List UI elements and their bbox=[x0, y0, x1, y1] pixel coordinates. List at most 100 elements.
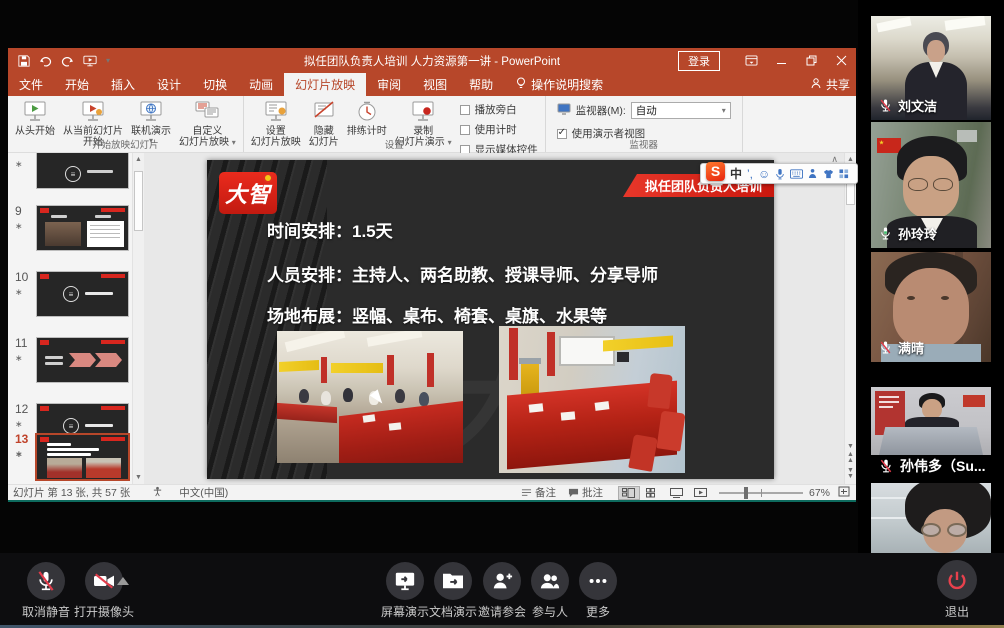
slide-thumbnail-9[interactable] bbox=[36, 205, 129, 251]
more-button[interactable] bbox=[579, 562, 617, 600]
thumbnail-scrollbar[interactable]: ▲ ▼ bbox=[132, 153, 144, 484]
participants-button[interactable] bbox=[531, 562, 569, 600]
scrollbar-thumb[interactable] bbox=[134, 171, 143, 231]
comments-toggle[interactable]: 批注 bbox=[568, 485, 603, 500]
scroll-up-icon[interactable]: ▲ bbox=[845, 156, 856, 163]
save-icon[interactable] bbox=[18, 55, 30, 67]
slide-thumbnail-11[interactable] bbox=[36, 337, 129, 383]
sogou-logo-icon[interactable]: S bbox=[706, 162, 725, 181]
ime-keyboard-icon[interactable] bbox=[790, 169, 803, 179]
mic-muted-icon bbox=[36, 570, 56, 592]
qat-customize-icon[interactable]: ▾ bbox=[106, 57, 110, 64]
redo-icon[interactable] bbox=[61, 55, 74, 67]
tab-help[interactable]: 帮助 bbox=[458, 73, 504, 96]
laptop bbox=[879, 427, 983, 455]
ime-toolbar[interactable]: S 中 ’, ☺ bbox=[700, 163, 858, 184]
rehearse-timings-button[interactable]: 排练计时 bbox=[343, 97, 391, 138]
scroll-down-icon[interactable]: ▼ bbox=[133, 474, 144, 481]
ppt-editing-area: ∧ ∗ ≡ 9∗ 10∗ bbox=[8, 153, 856, 484]
notes-toggle[interactable]: 备注 bbox=[521, 485, 556, 500]
slideshow-view-button[interactable] bbox=[690, 486, 712, 500]
language-indicator[interactable]: 中文(中国) bbox=[179, 485, 228, 500]
slide-thumbnail-8[interactable]: ≡ bbox=[36, 153, 129, 189]
thumb-number: 10∗ bbox=[15, 271, 33, 298]
slide-canvas[interactable]: 大智 大智 拟任团队负责人培训 时间安排：1.5天 人员安排：主持人、两名助教、… bbox=[207, 160, 774, 479]
thumb-number: 9∗ bbox=[15, 205, 33, 232]
reading-view-button[interactable] bbox=[666, 486, 688, 500]
start-slideshow-icon[interactable] bbox=[83, 55, 97, 67]
animation-star-icon: ∗ bbox=[15, 352, 33, 364]
flag bbox=[877, 138, 901, 153]
slide-sorter-view-button[interactable] bbox=[642, 486, 664, 500]
minimize-button[interactable] bbox=[766, 48, 796, 73]
group-label-start: 开始放映幻灯片 bbox=[8, 137, 243, 151]
undo-icon[interactable] bbox=[39, 55, 52, 67]
normal-view-button[interactable] bbox=[618, 486, 640, 500]
glasses-right bbox=[947, 523, 967, 537]
share-button[interactable]: 共享 bbox=[811, 73, 850, 96]
thumb-number: 12∗ bbox=[15, 403, 33, 430]
close-button[interactable] bbox=[826, 48, 856, 73]
group-label-monitors: 监视器 bbox=[546, 137, 742, 151]
ime-punctuation-icon[interactable]: ’, bbox=[747, 168, 753, 180]
participant-video-2[interactable]: 孙玲玲 bbox=[871, 122, 991, 248]
monitor-select[interactable]: 自动▾ bbox=[631, 102, 731, 119]
tab-design[interactable]: 设计 bbox=[146, 73, 192, 96]
scroll-up-icon[interactable]: ▲ bbox=[133, 156, 144, 163]
sign-in-button[interactable]: 登录 bbox=[678, 51, 720, 71]
exit-button[interactable] bbox=[937, 560, 977, 600]
tell-me-search[interactable]: 操作说明搜索 bbox=[504, 73, 615, 96]
tab-view[interactable]: 视图 bbox=[412, 73, 458, 96]
doc-share-button[interactable] bbox=[434, 562, 472, 600]
zoom-level[interactable]: 67% bbox=[809, 487, 830, 499]
participant-video-4[interactable] bbox=[871, 387, 991, 455]
participant-name-row: 满晴 bbox=[879, 338, 924, 357]
slide-scrollbar[interactable]: ▲ ▼ ▲▲ ▼▼ bbox=[844, 153, 856, 484]
next-slide-icon[interactable]: ▼▼ bbox=[845, 468, 856, 480]
animation-star-icon: ∗ bbox=[15, 448, 33, 460]
tab-insert[interactable]: 插入 bbox=[100, 73, 146, 96]
fit-to-window-icon[interactable] bbox=[838, 486, 850, 500]
accessibility-icon[interactable] bbox=[152, 486, 163, 500]
play-narrations-checkbox[interactable]: 播放旁白 bbox=[460, 102, 538, 117]
ime-mode-chinese[interactable]: 中 bbox=[730, 168, 742, 180]
scroll-down-icon[interactable]: ▼ bbox=[845, 443, 856, 450]
more-dots-icon bbox=[587, 570, 609, 592]
slide-thumbnail-10[interactable]: ≡ bbox=[36, 271, 129, 317]
previous-slide-icon[interactable]: ▲▲ bbox=[845, 452, 856, 464]
restore-button[interactable] bbox=[796, 48, 826, 73]
tab-transitions[interactable]: 切换 bbox=[192, 73, 238, 96]
tab-slideshow[interactable]: 幻灯片放映 bbox=[284, 73, 366, 96]
unmute-button[interactable] bbox=[27, 562, 65, 600]
invite-button[interactable] bbox=[483, 562, 521, 600]
zoom-slider-handle[interactable] bbox=[744, 487, 748, 499]
slide-text-line2: 人员安排：主持人、两名助教、授课导师、分享导师 bbox=[267, 261, 658, 286]
tab-home[interactable]: 开始 bbox=[54, 73, 100, 96]
camera-options-icon[interactable] bbox=[117, 577, 129, 585]
mic-on-icon bbox=[879, 226, 892, 241]
ime-toolbox-icon[interactable] bbox=[839, 169, 849, 179]
glasses-right bbox=[933, 178, 953, 191]
zoom-slider[interactable] bbox=[719, 486, 803, 500]
tab-file[interactable]: 文件 bbox=[8, 73, 54, 96]
participant-video-1[interactable]: 刘文洁 bbox=[871, 16, 991, 120]
tab-review[interactable]: 审阅 bbox=[366, 73, 412, 96]
ime-skin-icon[interactable] bbox=[823, 169, 834, 179]
use-timings-checkbox[interactable]: 使用计时 bbox=[460, 122, 538, 137]
participant-name-row: 孙伟多（Su... bbox=[879, 456, 986, 476]
from-beginning-button[interactable]: 从头开始 bbox=[11, 97, 59, 138]
participant-name: 刘文洁 bbox=[898, 96, 937, 115]
powerpoint-window: ▾ 拟任团队负责人培训 人力资源第一讲 - PowerPoint 登录 文件 开… bbox=[8, 48, 856, 500]
ime-emoji-icon[interactable]: ☺ bbox=[758, 168, 770, 180]
slide-thumbnail-13-selected[interactable] bbox=[35, 433, 130, 481]
mic-muted-icon bbox=[879, 340, 892, 355]
notes-icon bbox=[521, 488, 532, 498]
screen-share-button[interactable] bbox=[386, 562, 424, 600]
ime-handwriting-icon[interactable] bbox=[808, 168, 818, 179]
participant-name: 满晴 bbox=[898, 338, 924, 357]
participant-video-3[interactable]: 满晴 bbox=[871, 252, 991, 362]
ribbon-display-options-icon[interactable] bbox=[736, 48, 766, 73]
ime-mic-icon[interactable] bbox=[775, 168, 785, 180]
participant-video-5[interactable] bbox=[871, 483, 991, 553]
tab-animations[interactable]: 动画 bbox=[238, 73, 284, 96]
